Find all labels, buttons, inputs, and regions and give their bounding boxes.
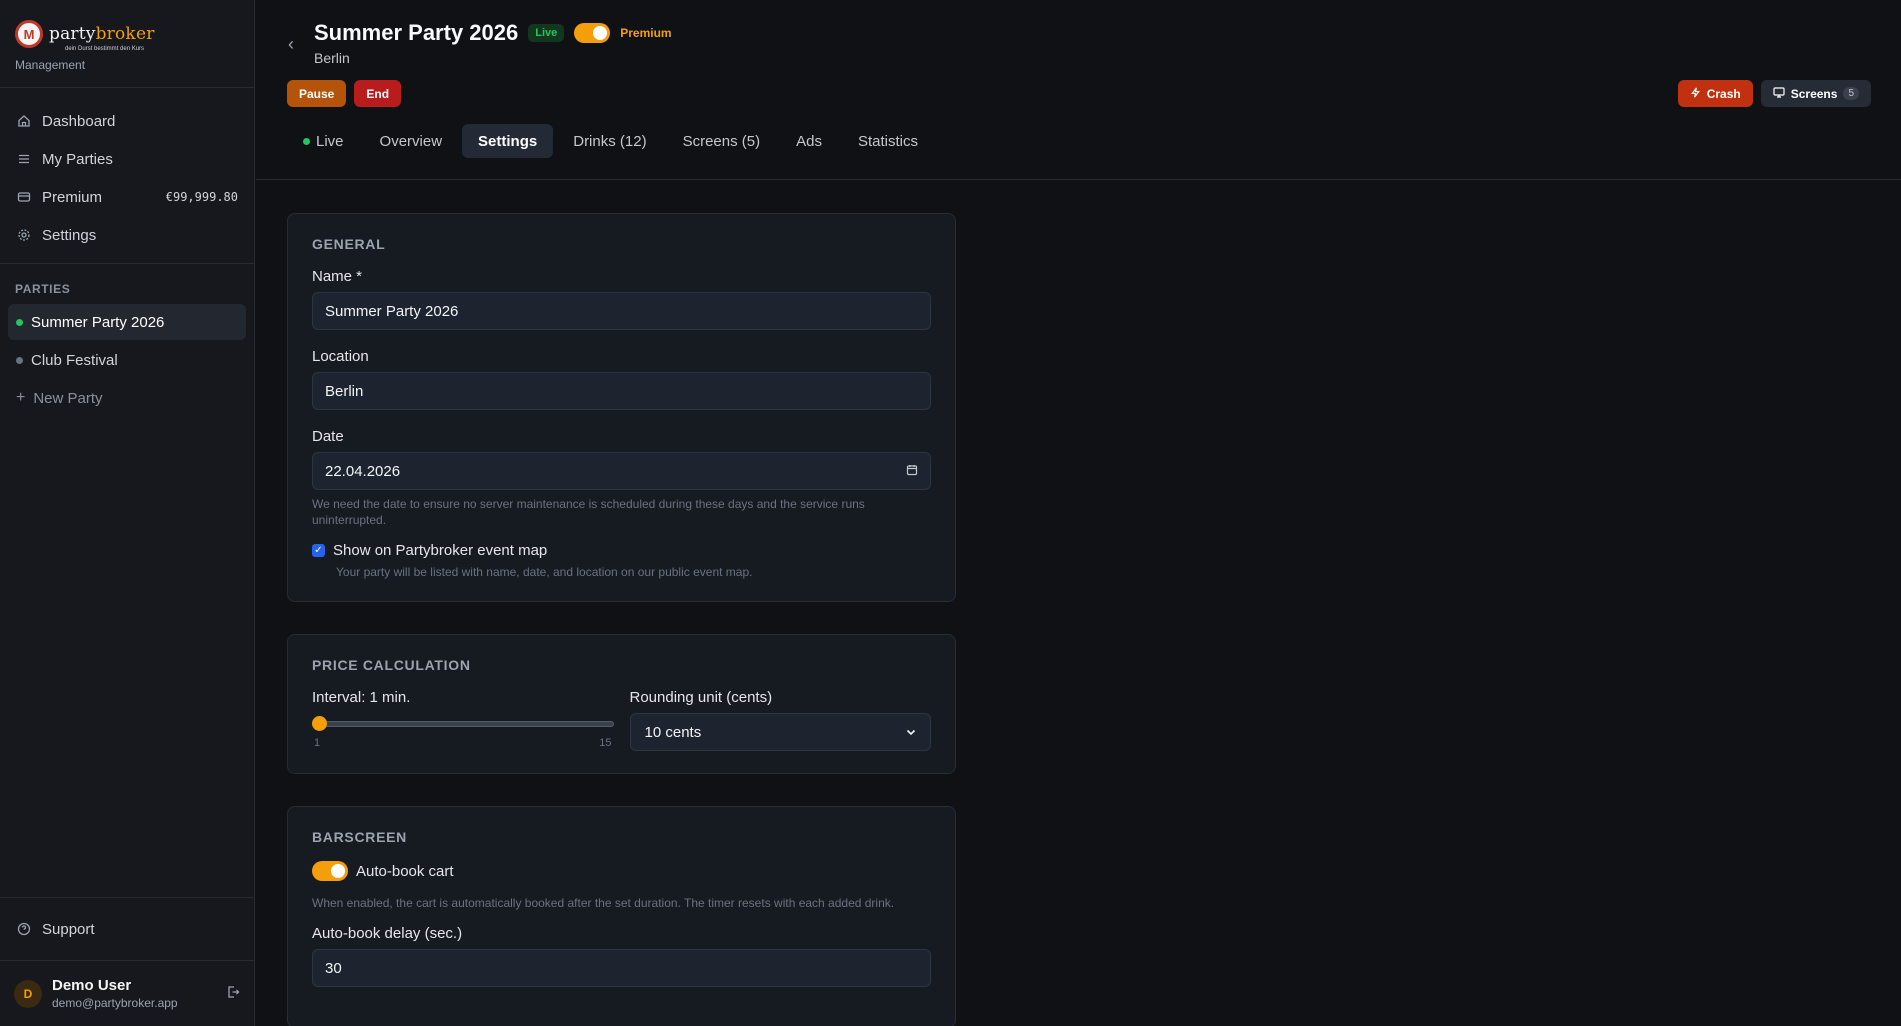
pause-button[interactable]: Pause [287, 80, 347, 107]
new-party-button[interactable]: + New Party [8, 380, 246, 416]
screens-count-badge: 5 [1843, 87, 1859, 100]
name-input[interactable]: Summer Party 2026 [312, 292, 931, 330]
main-content: ‹ Summer Party 2026 Live Premium Berlin … [256, 0, 1901, 1026]
card-icon [16, 189, 32, 205]
help-circle-icon [16, 921, 32, 937]
event-map-label: Show on Partybroker event map [333, 542, 548, 559]
autobook-toggle[interactable] [312, 861, 348, 881]
live-status-dot [16, 318, 23, 326]
monitor-icon [1773, 86, 1785, 101]
logout-icon[interactable] [226, 985, 240, 1003]
nav-item-label: Dashboard [42, 112, 116, 130]
autobook-delay-label: Auto-book delay (sec.) [312, 925, 463, 942]
brand: M partybroker dein Durst bestimmt den Ku… [0, 0, 254, 88]
user-profile: D Demo User demo@partybroker.app [0, 960, 254, 1026]
slider-min-label: 1 [314, 737, 321, 749]
parties-heading: PARTIES [15, 282, 71, 296]
premium-toggle[interactable] [574, 23, 611, 43]
support-link[interactable]: Support [8, 910, 246, 948]
rounding-select[interactable]: 10 cents [629, 713, 931, 751]
section-title: PRICE CALCULATION [312, 657, 471, 673]
date-label: Date [312, 428, 344, 445]
party-item-label: Summer Party 2026 [31, 313, 165, 331]
rounding-label: Rounding unit (cents) [629, 689, 773, 706]
chevron-down-icon [906, 725, 916, 739]
logo-tagline: dein Durst bestimmt den Kurs [65, 46, 145, 52]
location-label: Location [312, 348, 369, 365]
barscreen-card: BARSCREEN Auto-book cart When enabled, t… [287, 806, 956, 1026]
live-badge: Live [528, 24, 565, 42]
party-header: ‹ Summer Party 2026 Live Premium Berlin … [256, 0, 1901, 180]
party-tabs: Live Overview Settings Drinks (12) Scree… [287, 124, 934, 158]
list-icon [16, 151, 32, 167]
party-item-club-festival[interactable]: Club Festival [8, 342, 246, 378]
gear-icon [16, 227, 32, 243]
screens-button[interactable]: Screens 5 [1760, 80, 1871, 107]
live-dot [303, 137, 310, 145]
sidebar: M partybroker dein Durst bestimmt den Ku… [0, 0, 255, 1026]
avatar: D [14, 979, 42, 1008]
party-location: Berlin [314, 50, 350, 66]
tab-settings[interactable]: Settings [462, 124, 554, 158]
interval-slider[interactable] [312, 713, 614, 733]
tab-statistics[interactable]: Statistics [842, 124, 934, 158]
premium-balance: €99,999.80 [165, 190, 238, 204]
nav-item-dashboard[interactable]: Dashboard [8, 102, 246, 140]
location-input[interactable]: Berlin [312, 372, 931, 410]
calendar-icon[interactable] [906, 464, 918, 479]
interval-label: Interval: 1 min. [312, 689, 411, 706]
logo[interactable]: M partybroker [15, 20, 239, 48]
back-chevron-icon[interactable]: ‹ [288, 34, 294, 55]
crash-button[interactable]: Crash [1677, 80, 1753, 107]
slider-track [312, 721, 614, 727]
support-section: Support [0, 897, 254, 960]
nav-item-settings[interactable]: Settings [8, 216, 246, 254]
home-icon [16, 113, 32, 129]
nav-item-label: My Parties [42, 150, 113, 168]
slider-thumb[interactable] [312, 716, 327, 731]
name-label: Name * [312, 268, 363, 285]
section-title: GENERAL [312, 236, 386, 252]
party-item-summer-party-2026[interactable]: Summer Party 2026 [8, 304, 246, 340]
new-party-label: New Party [33, 389, 103, 407]
event-map-help-text: Your party will be listed with name, dat… [336, 565, 753, 579]
main-nav: Dashboard My Parties Premium €99,999.80 … [0, 88, 254, 264]
autobook-delay-input[interactable]: 30 [312, 949, 931, 987]
brand-subtitle: Management [15, 58, 86, 72]
plus-icon: + [16, 389, 26, 406]
end-button[interactable]: End [354, 80, 402, 107]
general-card: GENERAL Name * Summer Party 2026 Locatio… [287, 213, 956, 602]
nav-item-my-parties[interactable]: My Parties [8, 140, 246, 178]
date-help-text: We need the date to ensure no server mai… [312, 497, 865, 527]
party-item-label: Club Festival [31, 351, 118, 369]
tab-ads[interactable]: Ads [780, 124, 838, 158]
support-label: Support [42, 920, 95, 938]
slider-max-label: 15 [599, 737, 612, 749]
tab-overview[interactable]: Overview [364, 124, 459, 158]
sidebar-footer: Support D Demo User demo@partybroker.app [0, 897, 254, 1026]
autobook-label: Auto-book cart [356, 862, 454, 880]
inactive-status-dot [16, 356, 23, 364]
autobook-help-text: When enabled, the cart is automatically … [312, 896, 895, 910]
section-title: BARSCREEN [312, 829, 407, 845]
event-map-checkbox[interactable]: ✓ [312, 544, 325, 557]
nav-item-label: Settings [42, 226, 97, 244]
tab-drinks[interactable]: Drinks (12) [557, 124, 662, 158]
settings-content: GENERAL Name * Summer Party 2026 Locatio… [287, 213, 956, 1026]
crash-label: Crash [1706, 86, 1741, 101]
lightning-icon [1690, 87, 1701, 101]
user-email: demo@partybroker.app [52, 996, 178, 1010]
logo-text: partybroker [49, 24, 155, 44]
nav-item-label: Premium [42, 188, 103, 206]
tab-screens[interactable]: Screens (5) [667, 124, 777, 158]
user-name: Demo User [52, 977, 132, 994]
nav-item-premium[interactable]: Premium €99,999.80 [8, 178, 246, 216]
tab-live[interactable]: Live [287, 124, 360, 158]
screens-label: Screens [1790, 86, 1838, 101]
page-title: Summer Party 2026 [314, 20, 519, 45]
logo-icon: M [15, 20, 43, 48]
price-calculation-card: PRICE CALCULATION Interval: 1 min. 1 15 … [287, 634, 956, 774]
date-input[interactable]: 22.04.2026 [312, 452, 931, 490]
premium-label: Premium [620, 26, 672, 40]
